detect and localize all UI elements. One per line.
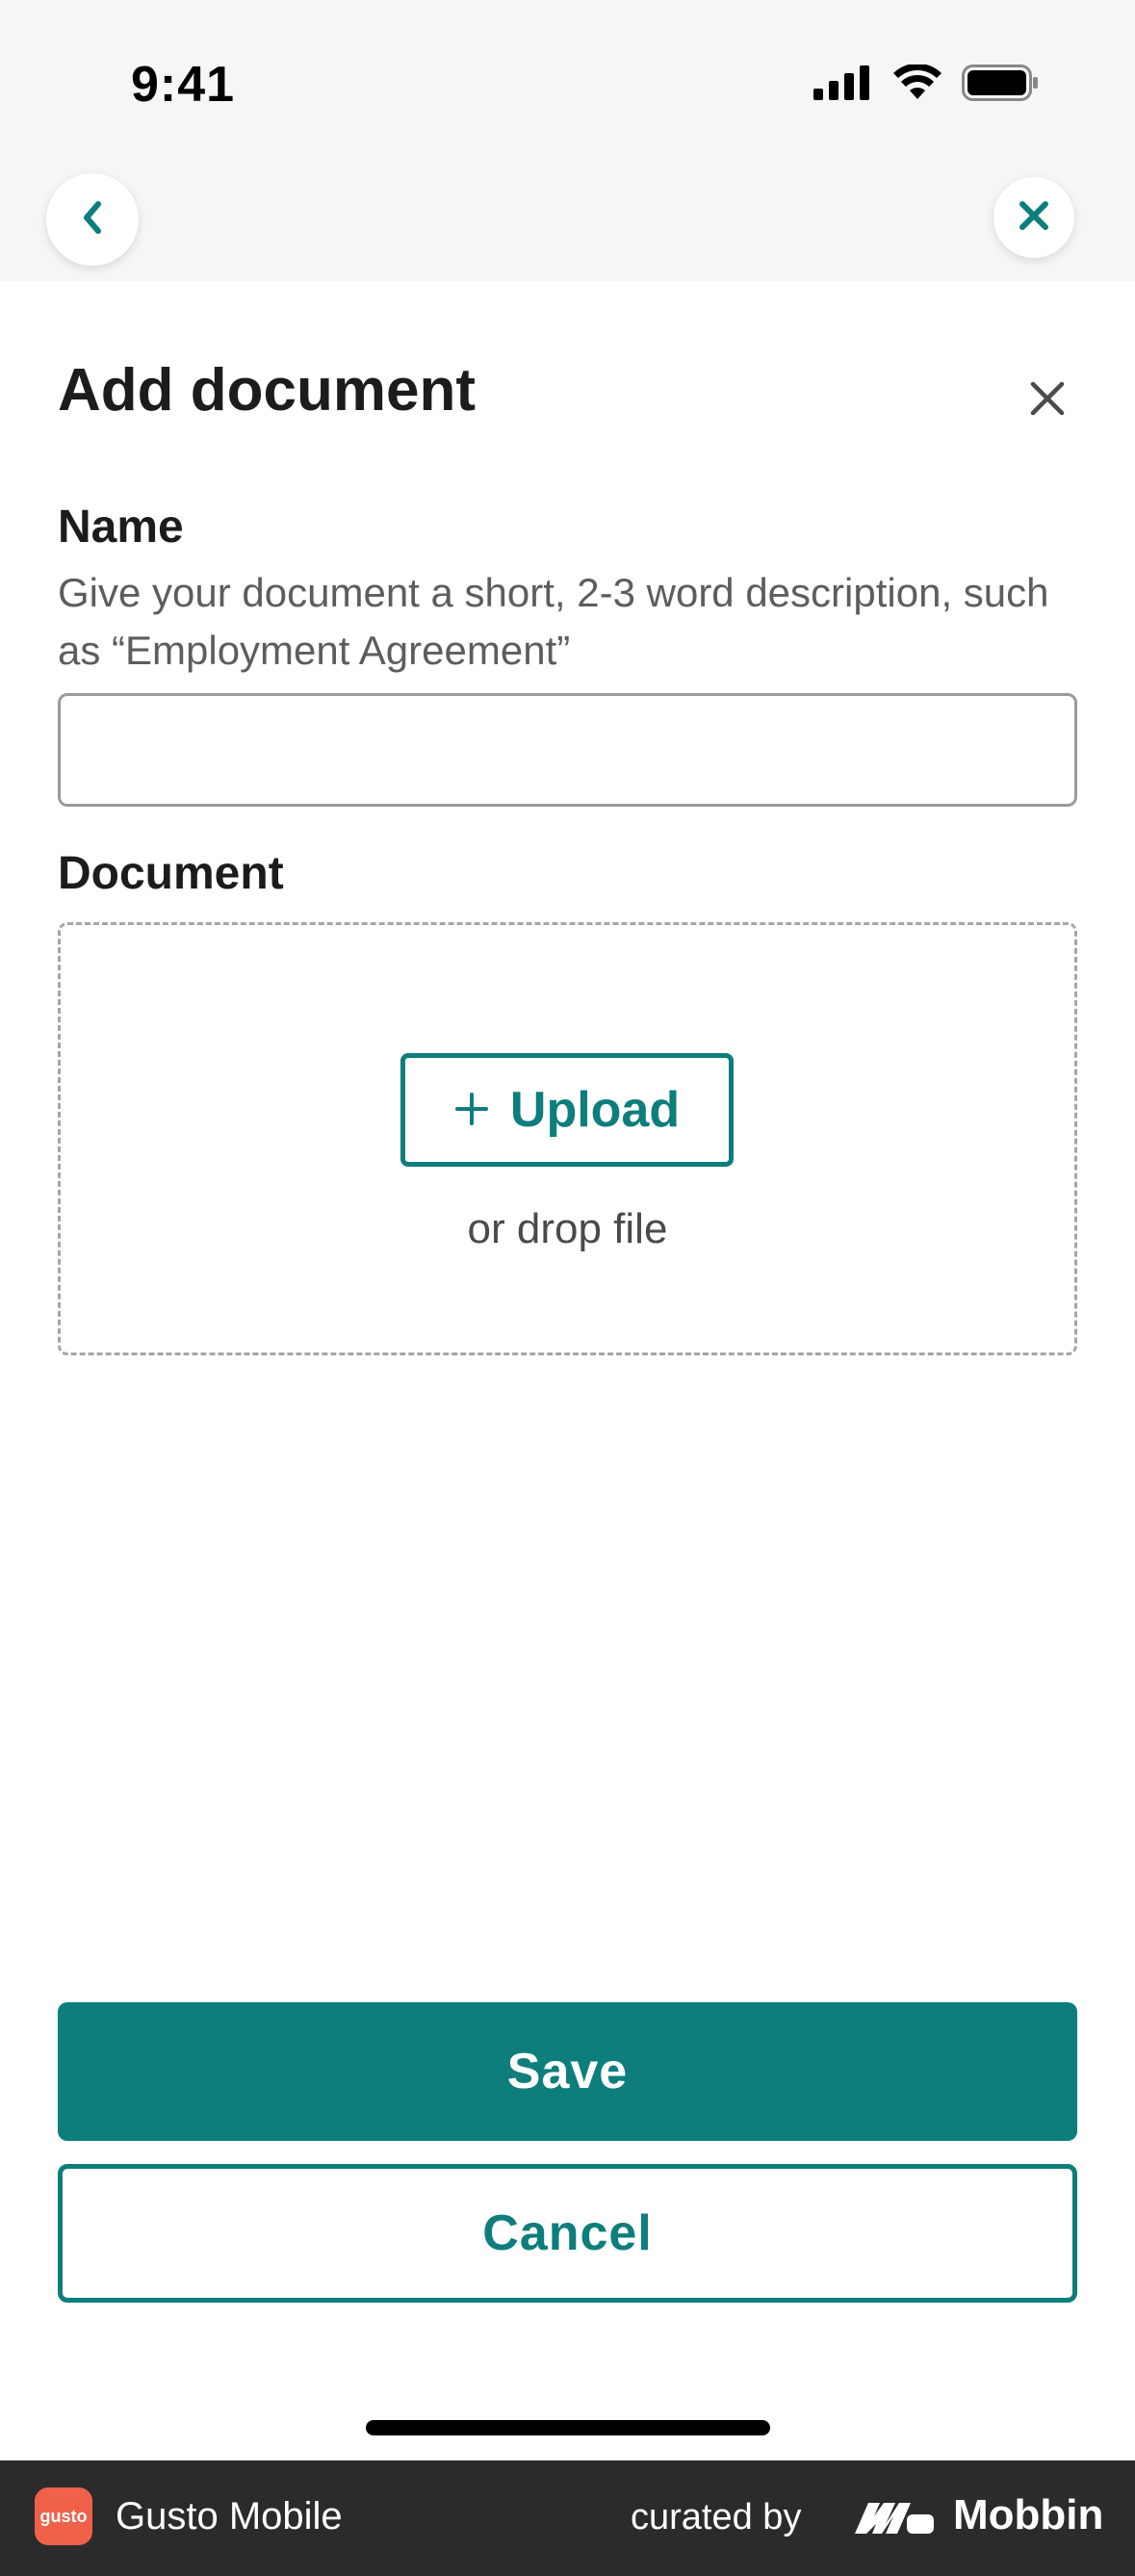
save-button[interactable]: Save [58,2002,1077,2141]
curated-by-text: curated by [631,2497,802,2537]
mobbin-logo-icon [851,2495,938,2544]
back-button[interactable] [46,173,139,266]
sheet-close-button[interactable] [1022,375,1072,425]
close-flow-button[interactable] [993,177,1074,258]
top-bar: 9:41 [0,0,1135,281]
chevron-left-icon [78,198,107,242]
close-icon [1028,379,1067,423]
sheet-title: Add document [58,357,476,424]
mobbin-brand: Mobbin [953,2491,1104,2538]
signal-icon [813,64,873,105]
name-helper-text: Give your document a short, 2-3 word des… [58,570,1049,673]
name-label: Name [58,502,184,553]
battery-icon [962,64,1039,106]
status-icons [813,62,1039,108]
drop-file-text: or drop file [467,1205,668,1252]
cancel-button[interactable]: Cancel [58,2164,1077,2303]
upload-button[interactable]: Upload [400,1053,734,1167]
home-indicator [366,2420,770,2435]
document-name-input[interactable] [58,693,1077,807]
plus-icon [454,1081,489,1139]
document-label: Document [58,848,284,899]
status-time: 9:41 [131,57,236,113]
close-icon [1018,199,1050,237]
footer-bar: gusto Gusto Mobile curated by Mobbin [0,2460,1135,2576]
app-name: Gusto Mobile [116,2495,343,2537]
wifi-icon [892,63,942,106]
app-logo: gusto [35,2487,92,2545]
upload-label: Upload [509,1082,681,1138]
